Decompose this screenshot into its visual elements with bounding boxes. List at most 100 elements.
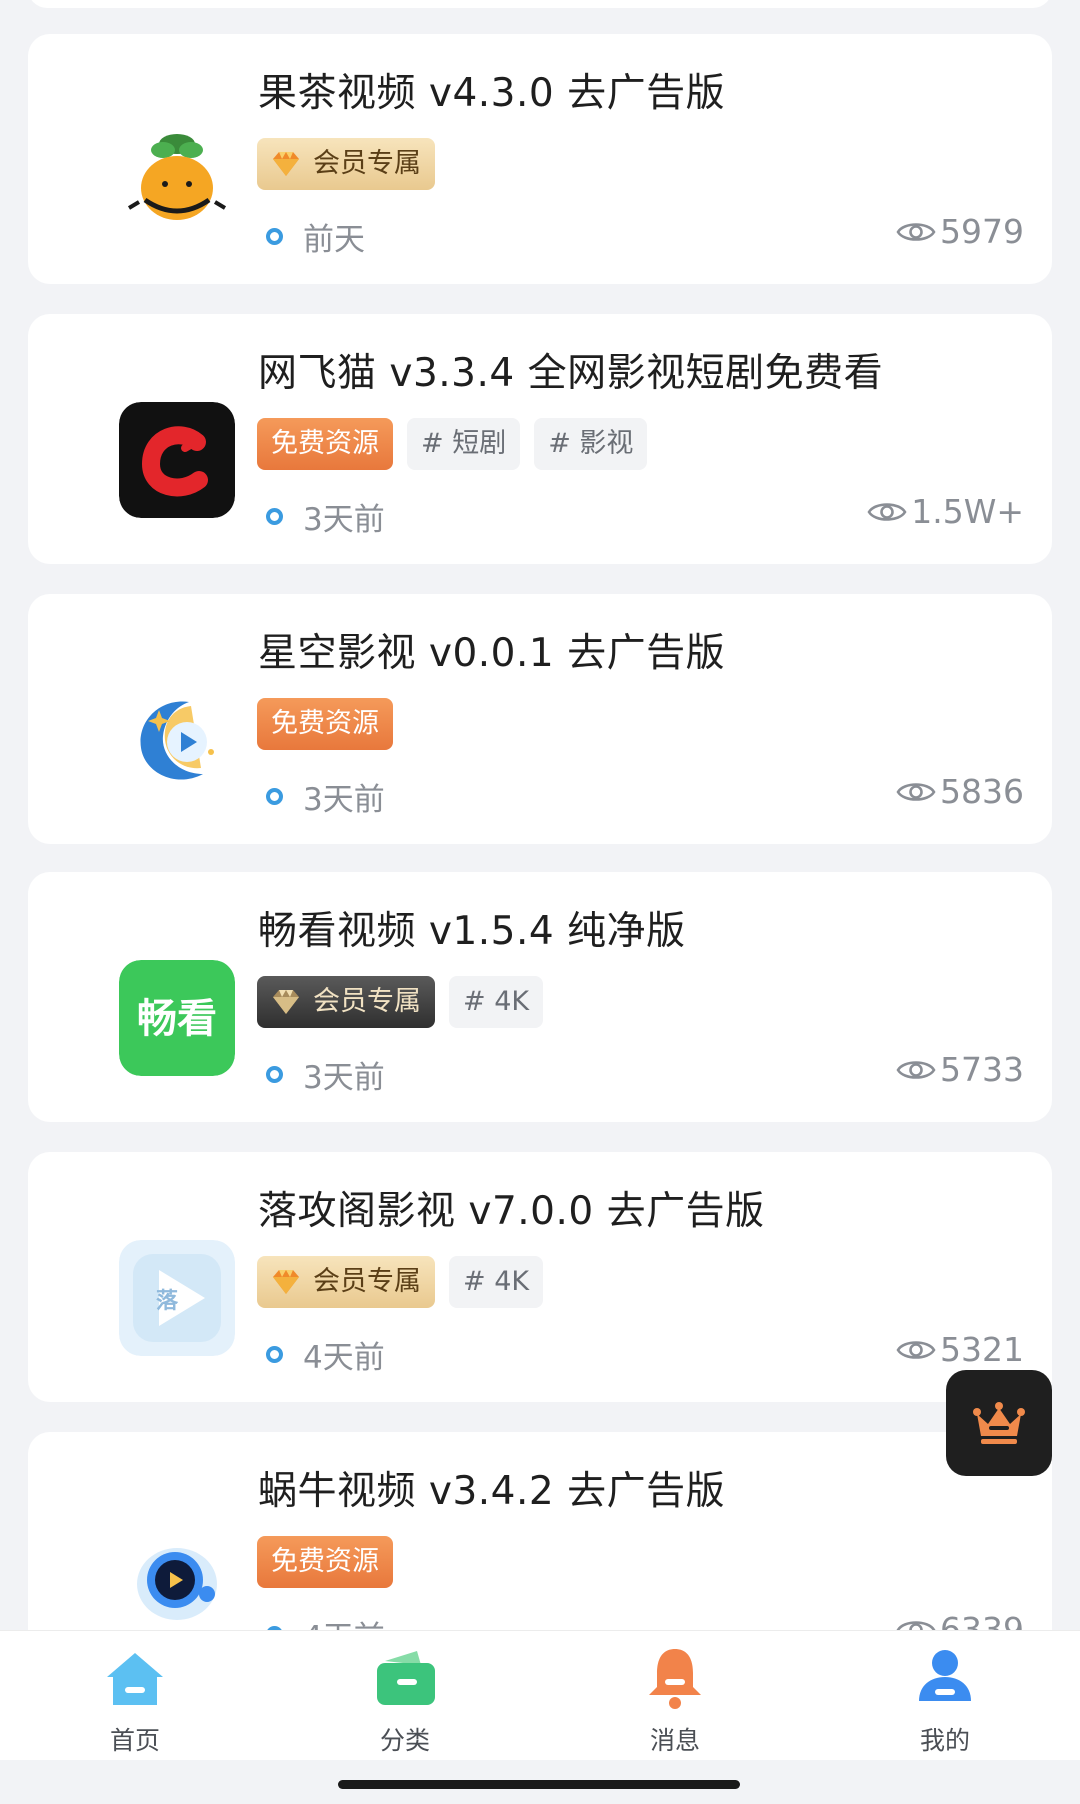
hashtag-chip[interactable]: # 短剧: [407, 418, 521, 470]
post-card[interactable]: 落 落攻阁影视 v7.0.0 去广告版会员专属 # 4K 4天前 5321: [28, 1152, 1052, 1402]
post-time-text: 3天前: [303, 782, 385, 818]
view-count: 5321: [896, 1330, 1024, 1369]
post-time: 3天前: [266, 774, 385, 819]
tab-home[interactable]: 首页: [0, 1631, 270, 1760]
post-card[interactable]: 星空影视 v0.0.1 去广告版免费资源 3天前 5836: [28, 594, 1052, 844]
free-resource-badge: 免费资源: [257, 1536, 393, 1588]
vip-only-badge: 会员专属: [257, 138, 435, 190]
tab-category[interactable]: 分类: [270, 1631, 540, 1760]
view-count: 5733: [896, 1050, 1024, 1089]
view-count-text: 1.5W+: [911, 492, 1024, 531]
luo-play-icon: 落: [119, 1240, 235, 1356]
post-tags: 免费资源 # 短剧 # 影视: [257, 418, 648, 470]
diamond-icon: [269, 987, 313, 1017]
post-title[interactable]: 果茶视频 v4.3.0 去广告版: [258, 62, 725, 118]
eye-icon: [896, 1620, 936, 1630]
view-count-text: 5321: [940, 1330, 1024, 1369]
tag-label: 免费资源: [271, 1546, 379, 1577]
post-title[interactable]: 蜗牛视频 v3.4.2 去广告版: [258, 1460, 725, 1516]
post-tags: 会员专属 # 4K: [257, 976, 544, 1028]
eye-icon: [896, 1340, 936, 1359]
time-dot-icon: [266, 1066, 283, 1083]
view-count: 6339: [896, 1610, 1024, 1630]
tab-messages-label: 消息: [649, 1726, 700, 1755]
view-count: 5836: [896, 772, 1024, 811]
previous-card-edge: [28, 0, 1052, 8]
tag-label: # 4K: [463, 1266, 530, 1297]
tag-label: 会员专属: [313, 148, 421, 179]
post-time: 3天前: [266, 494, 385, 539]
eye-icon: [896, 1060, 936, 1079]
home-indicator[interactable]: [338, 1780, 740, 1789]
eye-icon: [896, 222, 936, 241]
tab-category-label: 分类: [379, 1726, 430, 1755]
post-tags: 免费资源: [257, 1536, 393, 1588]
changkan-icon: 畅看: [119, 960, 235, 1076]
bottom-tab-bar: 首页 分类 消息 我的: [0, 1630, 1080, 1760]
diamond-icon: [269, 149, 313, 179]
tab-home-label: 首页: [109, 1726, 160, 1755]
post-title[interactable]: 畅看视频 v1.5.4 纯净版: [258, 900, 686, 956]
orange-mascot-icon: [119, 122, 235, 238]
svg-text:畅看: 畅看: [137, 996, 217, 1042]
moon-play-icon: [119, 682, 235, 798]
post-time-text: 3天前: [303, 1060, 385, 1096]
post-time-text: 3天前: [303, 502, 385, 538]
post-card[interactable]: 畅看 畅看视频 v1.5.4 纯净版会员专属 # 4K 3天前 5733: [28, 872, 1052, 1122]
diamond-icon: [269, 1267, 313, 1297]
post-card[interactable]: 蜗牛视频 v3.4.2 去广告版免费资源 4天前 6339: [28, 1432, 1052, 1630]
vip-only-badge: 会员专属: [257, 1256, 435, 1308]
post-time-text: 4天前: [303, 1612, 385, 1630]
eye-icon: [867, 502, 907, 521]
post-time: 4天前: [266, 1612, 385, 1630]
post-feed: 果茶视频 v4.3.0 去广告版 会员专属 前天 5979 网飞猫 v3.3.4 全网影…: [0, 0, 1080, 1630]
free-resource-badge: 免费资源: [257, 698, 393, 750]
snail-play-icon: [119, 1520, 235, 1630]
tag-label: 免费资源: [271, 428, 379, 459]
time-dot-icon: [266, 508, 283, 525]
time-dot-icon: [266, 1346, 283, 1363]
crown-icon: [973, 1402, 1025, 1444]
home-icon: [107, 1653, 163, 1705]
post-tags: 免费资源: [257, 698, 393, 750]
post-time-text: 前天: [303, 222, 365, 258]
view-count-text: 5733: [940, 1050, 1024, 1089]
post-title[interactable]: 落攻阁影视 v7.0.0 去广告版: [258, 1180, 765, 1236]
view-count-text: 6339: [940, 1610, 1024, 1630]
post-title[interactable]: 星空影视 v0.0.1 去广告版: [258, 622, 725, 678]
tab-messages[interactable]: 消息: [540, 1631, 810, 1760]
user-icon: [919, 1650, 971, 1701]
view-count-text: 5836: [940, 772, 1024, 811]
post-tags: 会员专属: [257, 138, 435, 190]
post-time: 4天前: [266, 1332, 385, 1377]
bell-icon: [649, 1649, 701, 1709]
free-resource-badge: 免费资源: [257, 418, 393, 470]
view-count: 1.5W+: [867, 492, 1024, 531]
hashtag-chip[interactable]: # 4K: [449, 1256, 544, 1308]
eye-icon: [896, 782, 936, 801]
vip-crown-button[interactable]: [946, 1370, 1052, 1476]
post-time-text: 4天前: [303, 1340, 385, 1376]
hashtag-chip[interactable]: # 影视: [534, 418, 648, 470]
vip-only-badge: 会员专属: [257, 976, 435, 1028]
post-time: 3天前: [266, 1052, 385, 1097]
hashtag-chip[interactable]: # 4K: [449, 976, 544, 1028]
tab-profile-label: 我的: [919, 1726, 970, 1755]
tab-profile[interactable]: 我的: [810, 1631, 1080, 1760]
wallet-category-icon: [377, 1651, 435, 1705]
post-time: 前天: [266, 214, 365, 259]
view-count: 5979: [896, 212, 1024, 251]
post-card[interactable]: 网飞猫 v3.3.4 全网影视短剧免费看免费资源 # 短剧 # 影视 3天前 1.5W+: [28, 314, 1052, 564]
time-dot-icon: [266, 228, 283, 245]
tag-label: 免费资源: [271, 708, 379, 739]
svg-text:落: 落: [156, 1289, 179, 1314]
post-card[interactable]: 果茶视频 v4.3.0 去广告版会员专属前天 5979: [28, 34, 1052, 284]
tag-label: 会员专属: [313, 986, 421, 1017]
tag-label: 会员专属: [313, 1266, 421, 1297]
view-count-text: 5979: [940, 212, 1024, 251]
post-title[interactable]: 网飞猫 v3.3.4 全网影视短剧免费看: [258, 342, 883, 398]
netflix-cat-icon: [119, 402, 235, 518]
tag-label: # 4K: [463, 986, 530, 1017]
post-tags: 会员专属 # 4K: [257, 1256, 544, 1308]
tag-label: # 影视: [548, 428, 634, 459]
